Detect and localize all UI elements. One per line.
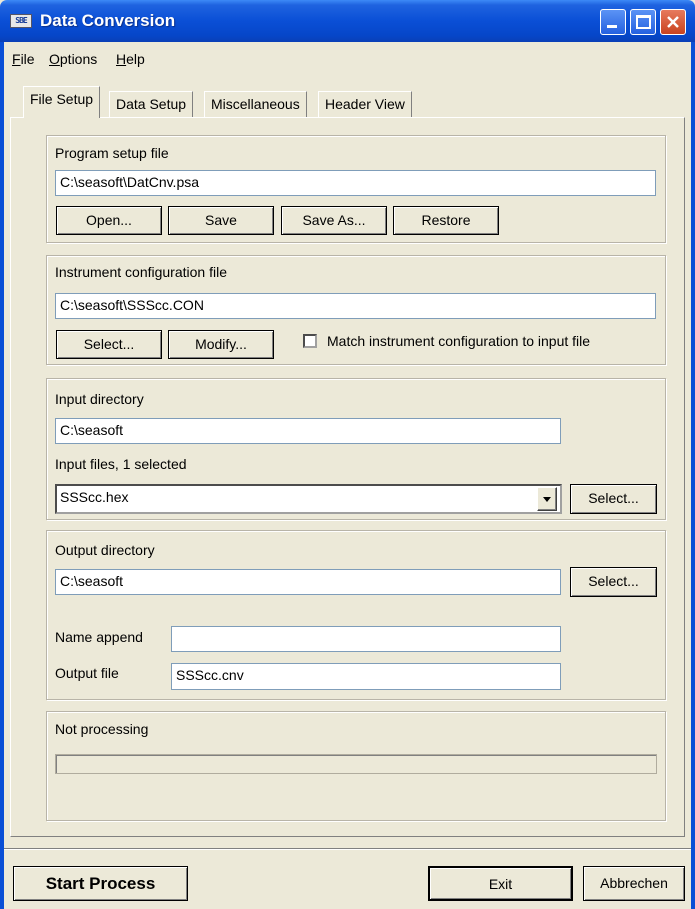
menu-options[interactable]: Options — [49, 51, 97, 67]
cancel-button[interactable]: Abbrechen — [583, 866, 685, 901]
app-icon: SBE — [10, 14, 32, 28]
tab-header-view[interactable]: Header View — [318, 91, 412, 117]
footer-divider — [4, 848, 691, 850]
maximize-button[interactable] — [630, 9, 656, 35]
save-button[interactable]: Save — [168, 206, 274, 235]
close-window-button[interactable] — [660, 9, 686, 35]
processing-status: Not processing — [55, 721, 149, 737]
name-append-label: Name append — [55, 629, 143, 645]
menu-help[interactable]: Help — [116, 51, 145, 67]
input-files-dropdown[interactable]: SSScc.hex — [55, 484, 562, 514]
match-config-label: Match instrument configuration to input … — [327, 333, 591, 349]
instrument-select-button[interactable]: Select... — [56, 330, 162, 359]
restore-button[interactable]: Restore — [393, 206, 499, 235]
progress-bar — [55, 754, 657, 774]
window-frame-left — [0, 42, 4, 909]
input-directory-field[interactable]: C:\seasoft — [55, 418, 561, 444]
chevron-down-icon — [543, 497, 551, 502]
input-directory-label: Input directory — [55, 391, 144, 407]
tab-data-setup[interactable]: Data Setup — [109, 91, 194, 117]
close-icon — [667, 16, 679, 28]
output-file-label: Output file — [55, 665, 119, 681]
window-frame-right — [691, 42, 695, 909]
input-files-dropdown-arrow[interactable] — [537, 487, 557, 511]
output-directory-label: Output directory — [55, 542, 155, 558]
output-directory-select-button[interactable]: Select... — [570, 567, 657, 597]
tab-miscellaneous[interactable]: Miscellaneous — [204, 91, 307, 117]
instrument-config-field[interactable]: C:\seasoft\SSScc.CON — [55, 293, 656, 319]
menu-file[interactable]: File — [12, 51, 35, 67]
name-append-field[interactable] — [171, 626, 561, 652]
minimize-icon — [607, 25, 617, 28]
maximize-icon — [636, 15, 651, 29]
tab-file-setup[interactable]: File Setup — [23, 86, 101, 118]
output-directory-field[interactable]: C:\seasoft — [55, 569, 561, 595]
save-as-button[interactable]: Save As... — [281, 206, 387, 235]
minimize-button[interactable] — [600, 9, 626, 35]
open-button[interactable]: Open... — [56, 206, 162, 235]
instrument-config-label: Instrument configuration file — [55, 264, 227, 280]
exit-button[interactable]: Exit — [428, 866, 573, 901]
start-process-button[interactable]: Start Process — [13, 866, 188, 901]
input-files-label: Input files, 1 selected — [55, 456, 187, 472]
input-files-select-button[interactable]: Select... — [570, 484, 657, 514]
input-files-value: SSScc.hex — [60, 489, 129, 505]
program-setup-label: Program setup file — [55, 145, 169, 161]
program-setup-field[interactable]: C:\seasoft\DatCnv.psa — [55, 170, 656, 196]
instrument-modify-button[interactable]: Modify... — [168, 330, 274, 359]
match-config-checkbox[interactable] — [303, 334, 317, 348]
window-title: Data Conversion — [40, 11, 176, 30]
output-file-field: SSScc.cnv — [171, 663, 561, 690]
